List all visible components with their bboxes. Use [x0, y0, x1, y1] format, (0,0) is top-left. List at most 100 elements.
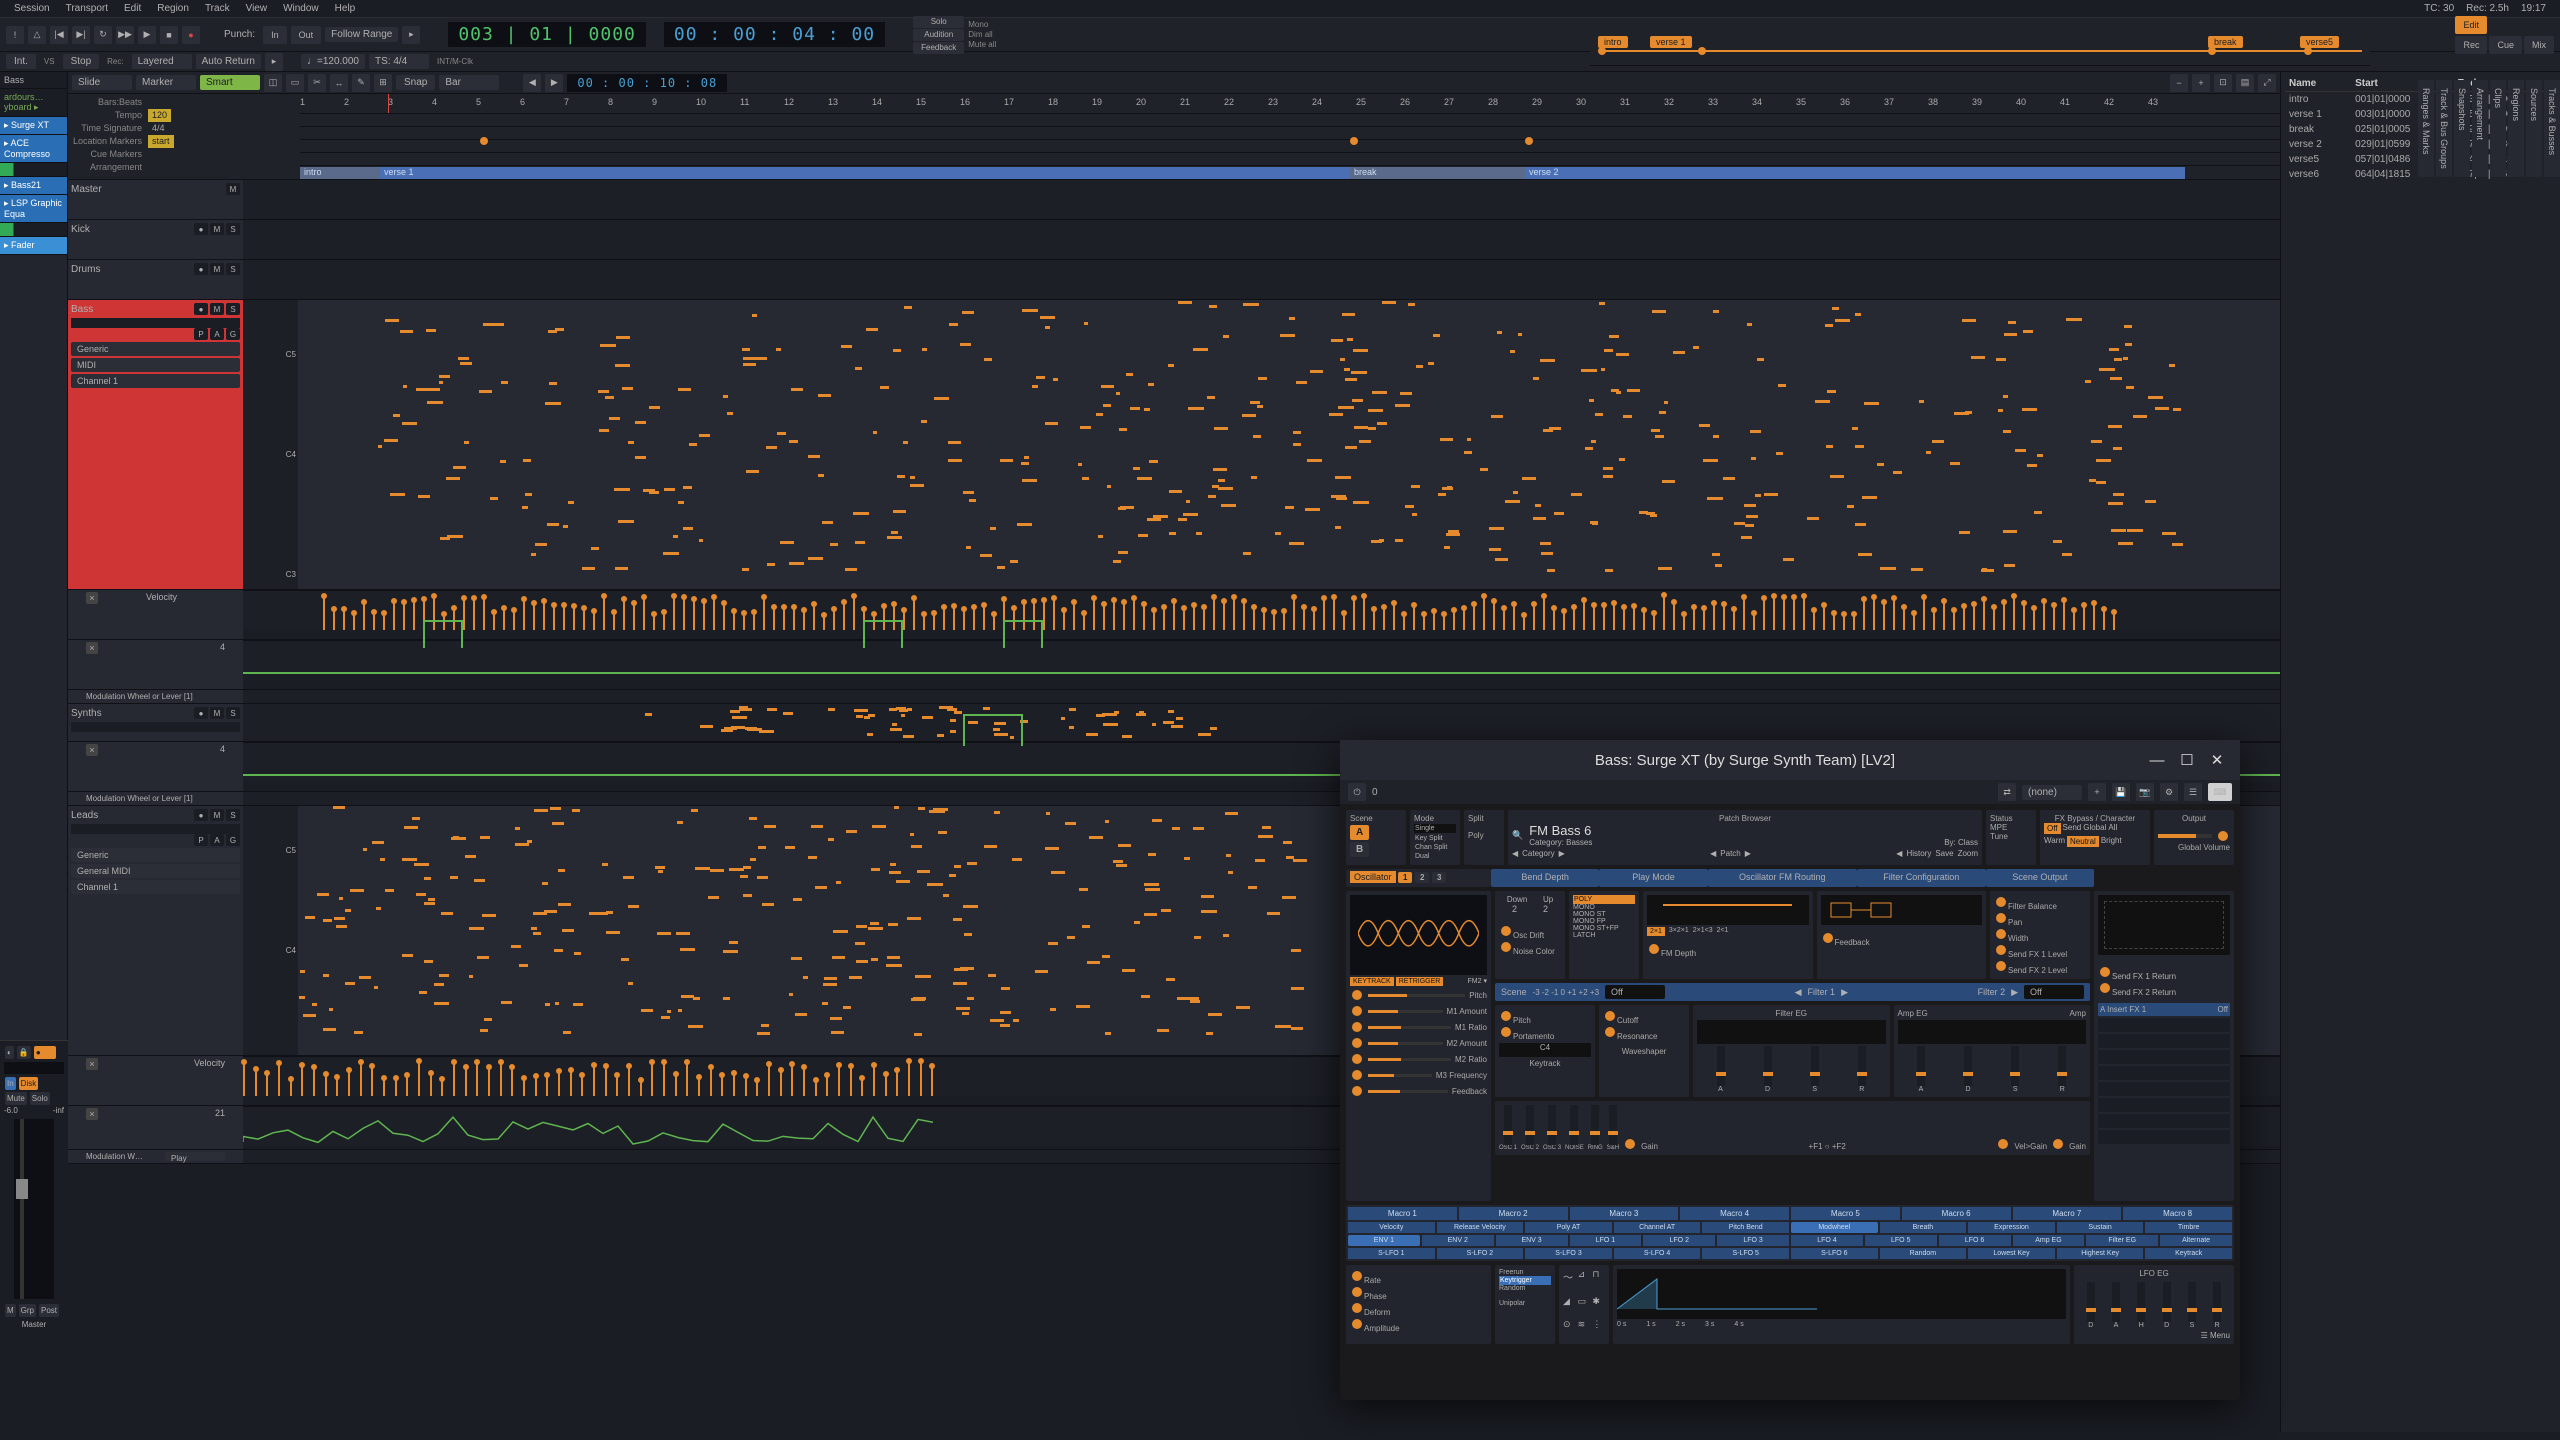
sidebar-bass21[interactable]: ▸ Bass21: [0, 177, 67, 195]
sidebar-ace[interactable]: ▸ ACE Compresso: [0, 135, 67, 163]
mpe-button[interactable]: MPE: [1990, 823, 2032, 832]
osc-param-knob[interactable]: [1352, 1086, 1362, 1096]
mod-source[interactable]: S-LFO 5: [1702, 1248, 1789, 1259]
kick-rec[interactable]: ●: [194, 223, 208, 235]
scene-a-button[interactable]: A: [1350, 825, 1369, 840]
dimall-button[interactable]: Dim all: [968, 30, 996, 39]
leads-channel[interactable]: Channel 1: [71, 880, 240, 894]
loc-marker-3[interactable]: [1525, 137, 1533, 145]
drums-solo[interactable]: S: [226, 263, 240, 275]
filter2-type[interactable]: Off: [2024, 985, 2084, 999]
eg-slider[interactable]: [2163, 1282, 2171, 1322]
mixer-disk[interactable]: Disk: [19, 1077, 39, 1090]
bass-channel[interactable]: Channel 1: [71, 374, 240, 388]
right-tab[interactable]: Tracks & Busses: [2544, 80, 2560, 177]
plugin-save-preset[interactable]: 💾: [2112, 783, 2130, 801]
minimize-icon[interactable]: —: [2146, 749, 2168, 771]
osc-retrigger[interactable]: RETRIGGER: [1396, 977, 1444, 986]
plugin-bypass-button[interactable]: ⏻: [1348, 783, 1366, 801]
timesig-marker[interactable]: 4/4: [148, 122, 169, 135]
mixer-pan[interactable]: [4, 1062, 64, 1074]
mod-source[interactable]: S-LFO 6: [1791, 1248, 1878, 1259]
mixer-in[interactable]: In: [5, 1077, 16, 1090]
mono-button[interactable]: Mono: [968, 20, 996, 29]
mod-source[interactable]: Macro 2: [1459, 1207, 1568, 1220]
category-nav[interactable]: Category: [1522, 849, 1554, 858]
mix-slider[interactable]: [1548, 1105, 1556, 1145]
bass-rec[interactable]: ●: [194, 303, 208, 315]
punch-out-button[interactable]: Out: [291, 26, 322, 44]
mod-source[interactable]: Macro 4: [1680, 1207, 1789, 1220]
mod-source[interactable]: LFO 2: [1643, 1235, 1715, 1246]
mixer-iso[interactable]: ◐: [5, 1046, 14, 1059]
tab-fm[interactable]: Oscillator FM Routing: [1708, 869, 1857, 887]
sendfx1-return[interactable]: [2100, 967, 2110, 977]
auto-return-select[interactable]: Auto Return: [196, 54, 261, 69]
lfo-display[interactable]: [1617, 1269, 2066, 1319]
close-lane-icon[interactable]: ×: [86, 744, 98, 756]
playmode-monofp[interactable]: MONO FP: [1573, 918, 1635, 925]
mod-source[interactable]: S-LFO 1: [1348, 1248, 1435, 1259]
rec-mode-select[interactable]: Layered: [132, 54, 192, 69]
osc-param-knob[interactable]: [1352, 990, 1362, 1000]
eg-slider[interactable]: [2011, 1046, 2019, 1086]
oscdrift-knob[interactable]: [1501, 926, 1511, 936]
bass-solo[interactable]: S: [226, 303, 240, 315]
eg-slider[interactable]: [1964, 1046, 1972, 1086]
sendfx2-return[interactable]: [2100, 983, 2110, 993]
sidebar-lsp[interactable]: ▸ LSP Graphic Equa: [0, 195, 67, 223]
osc-param-knob[interactable]: [1352, 1022, 1362, 1032]
record-button[interactable]: ●: [182, 26, 200, 44]
close-lane-icon[interactable]: ×: [86, 592, 98, 604]
mixer-rec[interactable]: ●: [34, 1046, 56, 1059]
close-lane-icon[interactable]: ×: [86, 1058, 98, 1070]
view-cue-button[interactable]: Cue: [2489, 36, 2522, 54]
snap-mode[interactable]: Snap: [396, 75, 435, 90]
plugin-keyboard-icon[interactable]: ⌨: [2208, 783, 2232, 801]
mixer-post[interactable]: Post: [39, 1304, 59, 1317]
menu-view[interactable]: View: [238, 1, 276, 16]
playmode-monostfp[interactable]: MONO ST+FP: [1573, 925, 1635, 932]
mode-chsplit[interactable]: Chan Split: [1414, 843, 1456, 852]
sidebar-session[interactable]: ardours… yboard ▸: [0, 89, 67, 117]
fx-chain-diagram[interactable]: [2098, 895, 2230, 955]
tool-object[interactable]: ◫: [264, 74, 282, 92]
zoom-fit-button[interactable]: ⊡: [2214, 74, 2232, 92]
menu-session[interactable]: Session: [6, 1, 58, 16]
follow-range-select[interactable]: Follow Range: [325, 27, 398, 42]
fx-off[interactable]: Off: [2044, 823, 2061, 834]
mixer-lock[interactable]: 🔒: [17, 1046, 31, 1059]
leads-mute[interactable]: M: [210, 809, 224, 821]
lfo-unipolar[interactable]: Unipolar: [1499, 1300, 1551, 1307]
menu-window[interactable]: Window: [275, 1, 327, 16]
track-head-kick[interactable]: Kick ●MS: [68, 220, 243, 259]
bass-g[interactable]: G: [226, 328, 240, 340]
bass-piano-keys[interactable]: C5 C4 C3: [243, 300, 298, 589]
kick-solo[interactable]: S: [226, 223, 240, 235]
mod-source[interactable]: Sustain: [2057, 1222, 2144, 1233]
osc-waveform-display[interactable]: [1350, 895, 1487, 975]
midi-panic-button[interactable]: !: [6, 26, 24, 44]
fm-routing-diagram[interactable]: [1647, 895, 1809, 925]
mod-source[interactable]: Random: [1880, 1248, 1967, 1259]
close-lane-icon[interactable]: ×: [86, 642, 98, 654]
lfo-deform-knob[interactable]: [1352, 1303, 1362, 1313]
mixer-m[interactable]: M: [5, 1304, 16, 1317]
arr-verse2[interactable]: verse 2: [1525, 167, 2185, 179]
loop-button[interactable]: ↻: [94, 26, 112, 44]
insert-fx-type[interactable]: Off: [2217, 1005, 2228, 1014]
osc-param-knob[interactable]: [1352, 1038, 1362, 1048]
playmode-latch[interactable]: LATCH: [1573, 932, 1635, 939]
tempo-display[interactable]: ♩=120.000: [301, 54, 365, 69]
mod-source[interactable]: LFO 4: [1791, 1235, 1863, 1246]
fm-2-1[interactable]: 2<1: [1717, 927, 1729, 936]
solo-button[interactable]: Solo: [913, 16, 964, 28]
tempo-marker[interactable]: 120: [148, 109, 171, 122]
mixer-mute[interactable]: Mute: [5, 1092, 27, 1105]
right-tab[interactable]: Snapshots: [2454, 80, 2470, 177]
arr-verse1[interactable]: verse 1: [380, 167, 1350, 179]
insert-fx-label[interactable]: A Insert FX 1: [2100, 1005, 2146, 1014]
eg-slider[interactable]: [1764, 1046, 1772, 1086]
drums-mute[interactable]: M: [210, 263, 224, 275]
eg-slider[interactable]: [2058, 1046, 2066, 1086]
